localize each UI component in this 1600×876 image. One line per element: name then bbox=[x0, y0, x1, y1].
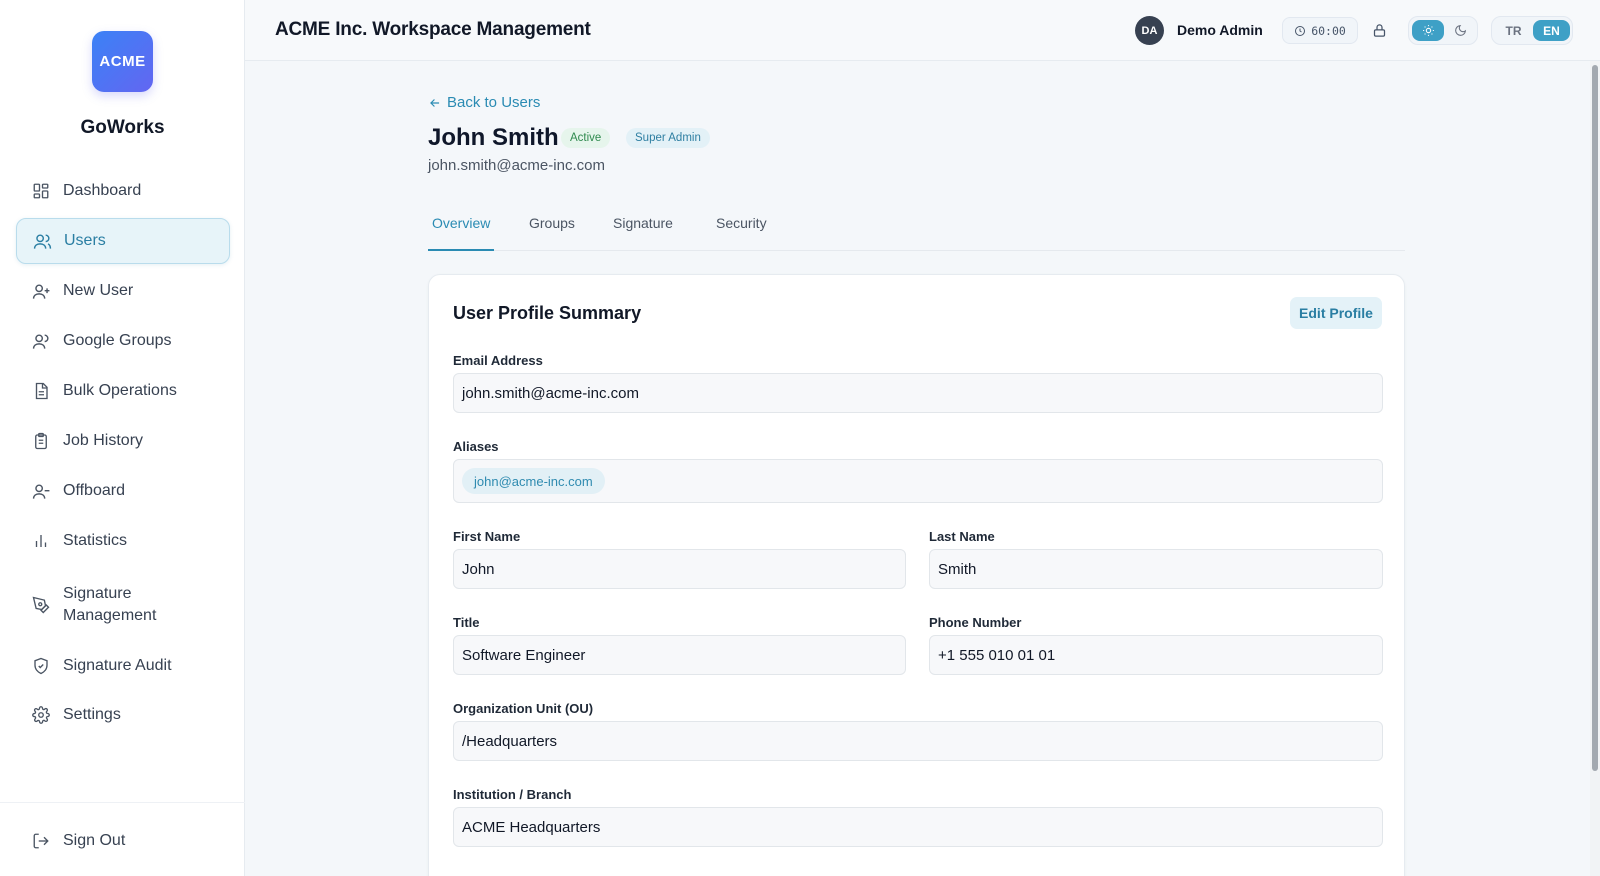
group-icon bbox=[31, 331, 51, 351]
scrollbar-thumb[interactable] bbox=[1592, 65, 1598, 771]
sidebar-item-label: Dashboard bbox=[63, 182, 142, 199]
avatar[interactable]: DA bbox=[1135, 16, 1164, 45]
profile-summary-card: User Profile Summary Edit Profile Email … bbox=[428, 274, 1405, 876]
file-stack-icon bbox=[31, 381, 51, 401]
tab-overview[interactable]: Overview bbox=[428, 215, 495, 251]
sidebar-item-label: Settings bbox=[63, 706, 121, 723]
institution-label: Institution / Branch bbox=[453, 787, 572, 802]
sidebar-item-bulk-operations[interactable]: Bulk Operations bbox=[16, 368, 230, 414]
sidebar: ACME GoWorks Dashboard Users New User Go… bbox=[0, 0, 245, 876]
sidebar-item-label: Statistics bbox=[63, 532, 128, 549]
card-title: User Profile Summary bbox=[453, 303, 642, 323]
users-icon bbox=[32, 231, 52, 251]
sidebar-item-google-groups[interactable]: Google Groups bbox=[16, 318, 230, 364]
language-toggle: TR EN bbox=[1491, 16, 1573, 45]
edit-profile-button[interactable]: Edit Profile bbox=[1290, 297, 1382, 329]
sidebar-item-users[interactable]: Users bbox=[16, 218, 230, 264]
brand-name: GoWorks bbox=[80, 117, 165, 138]
sidebar-item-label: Job History bbox=[63, 432, 144, 449]
sidebar-item-label: Offboard bbox=[63, 482, 125, 499]
sidebar-item-label: New User bbox=[63, 282, 134, 299]
logout-icon bbox=[31, 831, 51, 851]
sign-out-button[interactable]: Sign Out bbox=[16, 818, 230, 864]
back-to-users-link[interactable]: Back to Users bbox=[428, 94, 540, 111]
moon-icon bbox=[1454, 24, 1467, 37]
dashboard-icon bbox=[31, 181, 51, 201]
top-bar: ACME Inc. Workspace Management DA Demo A… bbox=[245, 0, 1600, 61]
ou-field[interactable]: /Headquarters bbox=[453, 721, 1383, 761]
tab-groups[interactable]: Groups bbox=[525, 215, 579, 251]
institution-field[interactable]: ACME Headquarters bbox=[453, 807, 1383, 847]
user-plus-icon bbox=[31, 281, 51, 301]
sidebar-item-job-history[interactable]: Job History bbox=[16, 418, 230, 464]
alias-chip[interactable]: john@acme-inc.com bbox=[462, 468, 605, 494]
dark-theme-button[interactable] bbox=[1444, 20, 1476, 41]
email-label: Email Address bbox=[453, 353, 543, 368]
title-field[interactable]: Software Engineer bbox=[453, 635, 906, 675]
last-name-label: Last Name bbox=[929, 529, 995, 544]
last-name-field[interactable]: Smith bbox=[929, 549, 1383, 589]
sidebar-item-signature-audit[interactable]: Signature Audit bbox=[16, 643, 230, 689]
role-badge: Super Admin bbox=[626, 128, 710, 148]
sidebar-item-dashboard[interactable]: Dashboard bbox=[16, 168, 230, 214]
timer-value: 60:00 bbox=[1311, 23, 1346, 38]
user-minus-icon bbox=[31, 481, 51, 501]
sidebar-item-offboard[interactable]: Offboard bbox=[16, 468, 230, 514]
sidebar-item-label: Google Groups bbox=[63, 332, 172, 349]
lock-icon bbox=[1372, 23, 1387, 38]
arrow-left-icon bbox=[428, 96, 442, 110]
ou-label: Organization Unit (OU) bbox=[453, 701, 594, 716]
title-label: Title bbox=[453, 615, 480, 630]
bar-chart-icon bbox=[31, 531, 51, 551]
main-scrollbar[interactable] bbox=[1590, 61, 1600, 876]
user-email: john.smith@acme-inc.com bbox=[428, 157, 605, 174]
aliases-field: john@acme-inc.com bbox=[453, 459, 1383, 503]
sidebar-item-signature-management[interactable]: Signature Management bbox=[16, 580, 230, 630]
sidebar-item-settings[interactable]: Settings bbox=[16, 692, 230, 738]
lang-en-button[interactable]: EN bbox=[1533, 20, 1570, 41]
clipboard-icon bbox=[31, 431, 51, 451]
email-field[interactable]: john.smith@acme-inc.com bbox=[453, 373, 1383, 413]
sidebar-item-label: Users bbox=[64, 232, 106, 249]
back-label: Back to Users bbox=[447, 94, 541, 111]
tab-security[interactable]: Security bbox=[712, 215, 771, 251]
first-name-field[interactable]: John bbox=[453, 549, 906, 589]
sign-out-label: Sign Out bbox=[63, 832, 126, 849]
app-title: ACME Inc. Workspace Management bbox=[275, 19, 591, 40]
sidebar-item-new-user[interactable]: New User bbox=[16, 268, 230, 314]
shield-check-icon bbox=[31, 656, 51, 676]
clock-icon bbox=[1294, 25, 1306, 37]
aliases-label: Aliases bbox=[453, 439, 499, 454]
page-title: John Smith bbox=[428, 124, 559, 151]
lock-button[interactable] bbox=[1365, 17, 1393, 44]
phone-label: Phone Number bbox=[929, 615, 1022, 630]
tab-bar: Overview Groups Signature Security bbox=[428, 205, 1405, 251]
light-theme-button[interactable] bbox=[1412, 20, 1444, 41]
pen-tool-icon bbox=[31, 595, 51, 615]
first-name-label: First Name bbox=[453, 529, 521, 544]
sidebar-item-label: Bulk Operations bbox=[63, 382, 177, 399]
phone-field[interactable]: +1 555 010 01 01 bbox=[929, 635, 1383, 675]
current-user-name[interactable]: Demo Admin bbox=[1177, 22, 1263, 38]
session-timer: 60:00 bbox=[1282, 17, 1358, 44]
divider bbox=[0, 802, 245, 803]
theme-toggle bbox=[1408, 16, 1478, 45]
sidebar-item-statistics[interactable]: Statistics bbox=[16, 518, 230, 564]
sidebar-item-label: Signature Management bbox=[63, 585, 157, 624]
status-badge: Active bbox=[561, 128, 611, 148]
gear-icon bbox=[31, 705, 51, 725]
sidebar-item-label: Signature Audit bbox=[63, 657, 172, 674]
lang-tr-button[interactable]: TR bbox=[1495, 20, 1532, 41]
sun-icon bbox=[1422, 24, 1435, 37]
tab-signature[interactable]: Signature bbox=[609, 215, 677, 251]
acme-logo[interactable]: ACME bbox=[92, 31, 153, 92]
